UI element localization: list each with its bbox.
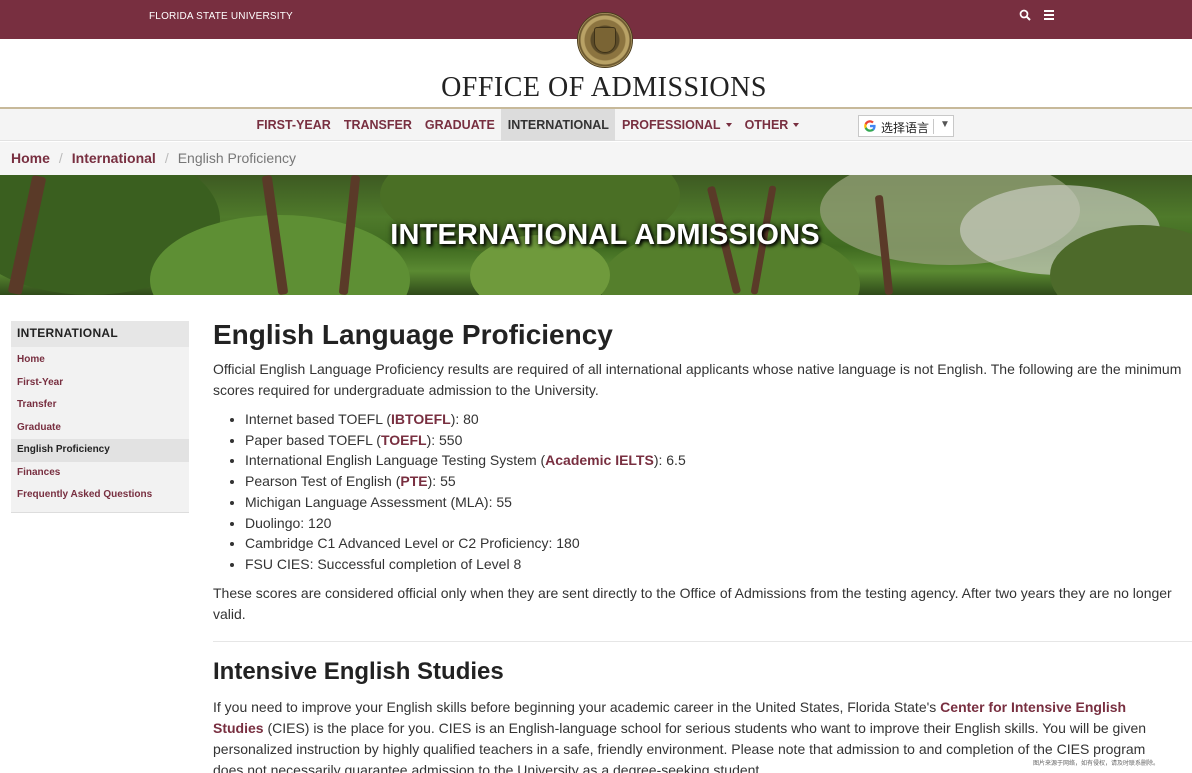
validity-paragraph: These scores are considered official onl… — [213, 584, 1172, 622]
sidebar-item-finances[interactable]: Finances — [11, 462, 189, 485]
sidebar-title: INTERNATIONAL — [11, 321, 189, 347]
caret-down-icon — [793, 122, 800, 127]
ielts-link[interactable]: Academic IELTS — [545, 452, 654, 468]
nav-label: PROFESSIONAL — [621, 118, 721, 132]
pte-link[interactable]: PTE — [400, 473, 427, 489]
university-seal-icon[interactable] — [577, 12, 633, 68]
list-item: Internet based TOEFL (IBTOEFL): 80 — [245, 409, 1183, 430]
university-name-link[interactable]: FLORIDA STATE UNIVERSITY — [149, 11, 293, 22]
sidebar-item-graduate[interactable]: Graduate — [11, 417, 189, 440]
breadcrumb-current: English Proficiency — [177, 150, 296, 166]
hamburger-menu-icon[interactable] — [1044, 10, 1054, 20]
sidebar-nav: INTERNATIONAL Home First-Year Transfer G… — [11, 321, 189, 513]
breadcrumb-separator: / — [58, 150, 63, 166]
main-nav: FIRST-YEAR TRANSFER GRADUATE INTERNATION… — [0, 107, 1192, 141]
main-content: English Language Proficiency Official En… — [213, 318, 1192, 773]
list-item: Paper based TOEFL (TOEFL): 550 — [245, 430, 1183, 451]
nav-item-professional[interactable]: PROFESSIONAL — [615, 109, 738, 141]
breadcrumb-international[interactable]: International — [72, 150, 156, 166]
image-credit: 图片来源于网络，如有侵权，请及时联系删除。 — [1033, 760, 1160, 767]
list-item: Duolingo: 120 — [245, 513, 1183, 534]
nav-item-graduate[interactable]: GRADUATE — [418, 109, 501, 141]
search-icon[interactable] — [1019, 9, 1031, 21]
nav-item-other[interactable]: OTHER — [738, 109, 806, 141]
sidebar-item-home[interactable]: Home — [11, 349, 189, 372]
hero-banner: INTERNATIONAL ADMISSIONS — [0, 175, 1192, 295]
list-item: Cambridge C1 Advanced Level or C2 Profic… — [245, 533, 1183, 554]
caret-down-icon — [725, 122, 732, 127]
dropdown-arrow-icon: ▼ — [940, 119, 950, 130]
nav-label: TRANSFER — [343, 118, 412, 132]
toefl-link[interactable]: TOEFL — [381, 432, 427, 448]
cies-paragraph: If you need to improve your English skil… — [213, 698, 1147, 773]
breadcrumb-home[interactable]: Home — [11, 150, 50, 166]
sidebar-item-english-proficiency[interactable]: English Proficiency — [11, 439, 189, 462]
google-icon — [864, 120, 876, 132]
ibtoefl-link[interactable]: IBTOEFL — [391, 411, 451, 427]
intro-paragraph: Official English Language Proficiency re… — [213, 361, 1182, 398]
sidebar-item-first-year[interactable]: First-Year — [11, 372, 189, 395]
breadcrumb-separator: / — [164, 150, 169, 166]
nav-label: OTHER — [744, 118, 789, 132]
office-title[interactable]: OFFICE OF ADMISSIONS — [0, 72, 1192, 104]
language-select[interactable]: 选择语言 ▼ — [858, 115, 954, 137]
nav-item-first-year[interactable]: FIRST-YEAR — [250, 109, 337, 141]
list-item: International English Language Testing S… — [245, 450, 1183, 471]
sidebar-item-transfer[interactable]: Transfer — [11, 394, 189, 417]
section-title: Intensive English Studies — [213, 657, 504, 685]
nav-label: FIRST-YEAR — [256, 118, 331, 132]
page-title: English Language Proficiency — [213, 319, 613, 350]
list-item: Michigan Language Assessment (MLA): 55 — [245, 492, 1183, 513]
nav-label: GRADUATE — [424, 118, 495, 132]
nav-label: INTERNATIONAL — [507, 118, 609, 132]
score-list: Internet based TOEFL (IBTOEFL): 80 Paper… — [245, 409, 1183, 575]
list-item: FSU CIES: Successful completion of Level… — [245, 554, 1183, 575]
list-item: Pearson Test of English (PTE): 55 — [245, 471, 1183, 492]
nav-item-transfer[interactable]: TRANSFER — [337, 109, 418, 141]
nav-item-international[interactable]: INTERNATIONAL — [501, 109, 616, 141]
banner-title: INTERNATIONAL ADMISSIONS — [390, 219, 820, 251]
translate-label: 选择语言 — [881, 121, 930, 135]
breadcrumb: Home / International / English Proficien… — [0, 142, 1192, 175]
section-divider — [213, 640, 1192, 642]
sidebar-item-faq[interactable]: Frequently Asked Questions — [11, 484, 189, 507]
